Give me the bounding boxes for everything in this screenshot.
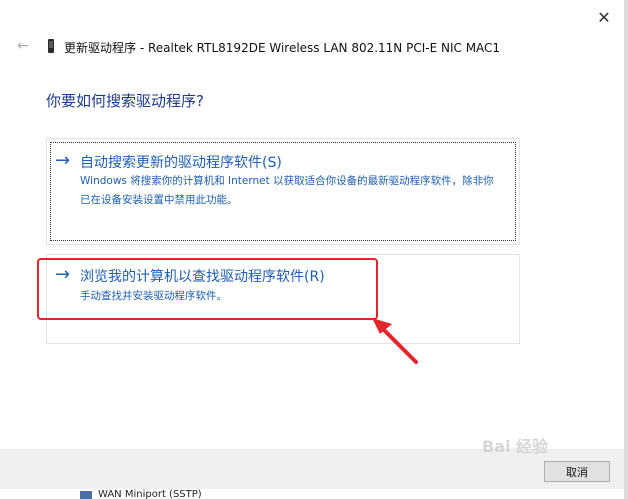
network-adapter-icon <box>80 491 92 499</box>
baidu-watermark: Bai 经验 <box>482 437 549 456</box>
annotation-highlight-box <box>37 258 378 320</box>
auto-search-option[interactable]: → 自动搜索更新的驱动程序软件(S) Windows 将搜索你的计算机和 Int… <box>46 138 520 245</box>
cancel-button[interactable]: 取消 <box>544 461 610 482</box>
auto-search-description: Windows 将搜索你的计算机和 Internet 以获取适合你设备的最新驱动… <box>80 175 494 206</box>
back-arrow-icon: ← <box>17 38 29 54</box>
window-title: 更新驱动程序 - Realtek RTL8192DE Wireless LAN … <box>64 41 501 55</box>
close-icon: ✕ <box>597 7 611 27</box>
window-edge <box>624 0 628 499</box>
arrow-right-icon: → <box>55 150 71 171</box>
network-adapter-icon <box>48 39 54 53</box>
close-button[interactable]: ✕ <box>592 6 616 28</box>
red-arrow-icon <box>372 318 418 364</box>
list-item: WAN Miniport (SSTP) <box>98 489 202 499</box>
back-button[interactable]: ← <box>14 38 32 54</box>
page-heading: 你要如何搜索驱动程序? <box>46 92 204 110</box>
update-driver-dialog: ✕ ← 更新驱动程序 - Realtek RTL8192DE Wireless … <box>0 0 628 499</box>
background-device-list: WAN Miniport (SSTP) <box>0 489 628 499</box>
auto-search-title: 自动搜索更新的驱动程序软件(S) <box>80 155 282 171</box>
